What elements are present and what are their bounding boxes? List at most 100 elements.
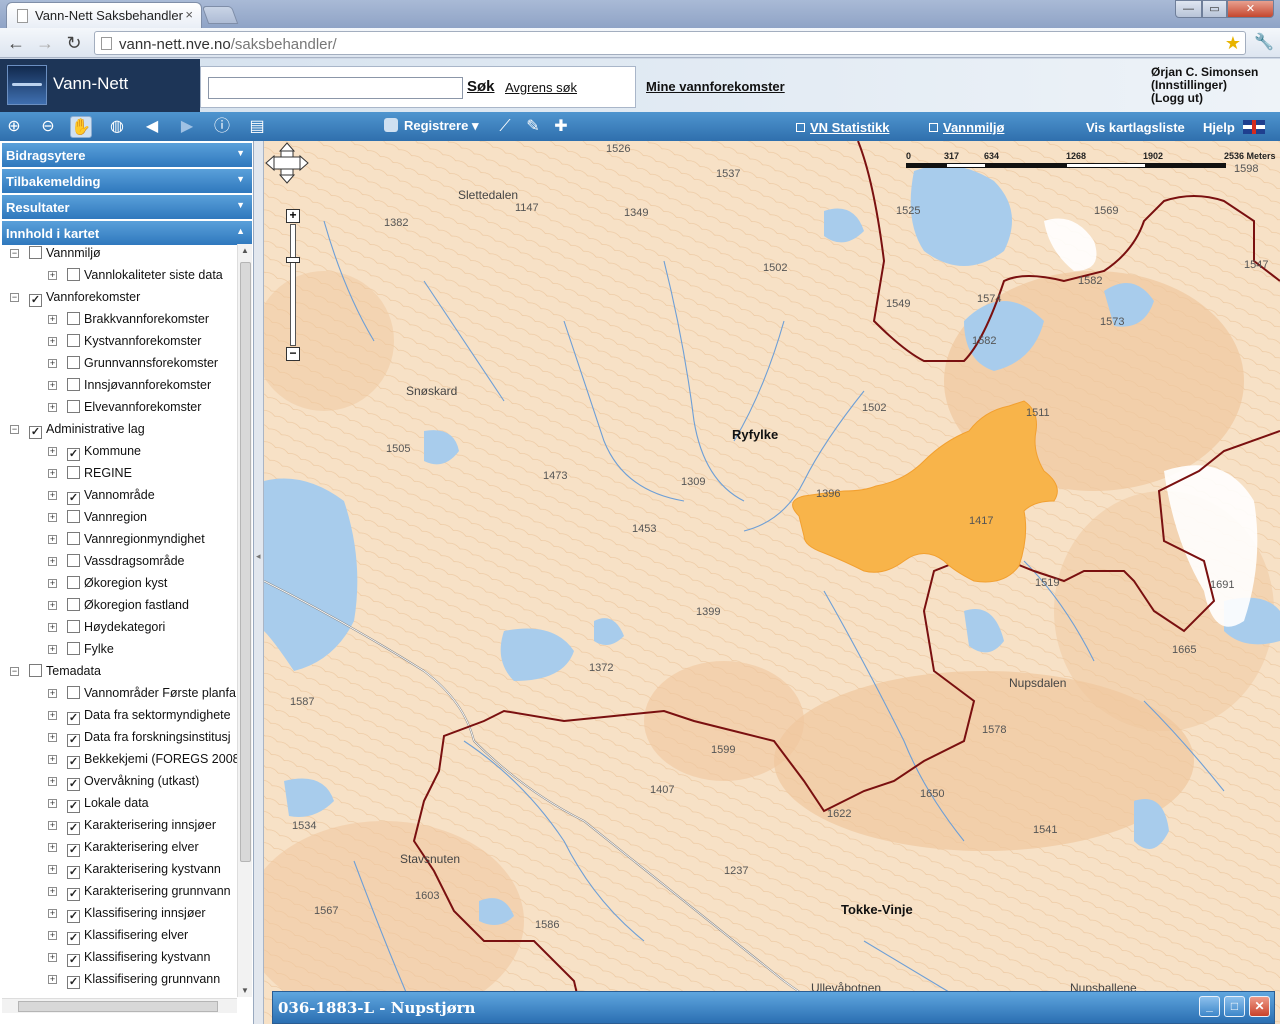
layer-checkbox[interactable]: [67, 620, 80, 633]
uk-flag-icon[interactable]: [1243, 120, 1265, 134]
tree-layer[interactable]: + Kommune: [48, 444, 141, 466]
map-zoom-in-button[interactable]: +: [286, 209, 300, 223]
layer-checkbox[interactable]: [67, 378, 80, 391]
print-icon[interactable]: ▤: [246, 116, 268, 138]
expand-icon[interactable]: +: [48, 909, 57, 918]
expand-icon[interactable]: +: [48, 381, 57, 390]
tree-layer[interactable]: + Lokale data: [48, 796, 149, 818]
window-minimize-button[interactable]: —: [1175, 0, 1202, 18]
help-link[interactable]: Hjelp: [1203, 120, 1235, 135]
pencil-icon[interactable]: ✎: [522, 116, 544, 138]
add-user-icon[interactable]: ✚: [550, 116, 572, 138]
collapse-icon[interactable]: −: [10, 667, 19, 676]
back-arrow-icon[interactable]: ←: [5, 32, 27, 54]
tree-layer[interactable]: + Vannområde: [48, 488, 155, 510]
layer-checkbox[interactable]: [67, 554, 80, 567]
accordion-innhold-i-kartet[interactable]: Innhold i kartet ▲: [2, 221, 252, 245]
layer-checkbox[interactable]: [67, 954, 80, 967]
tree-layer[interactable]: + Økoregion kyst: [48, 576, 167, 598]
refine-search-link[interactable]: Avgrens søk: [505, 80, 577, 95]
expand-icon[interactable]: +: [48, 557, 57, 566]
my-waterbodies-link[interactable]: Mine vannforekomster: [646, 79, 785, 94]
tree-vertical-scrollbar[interactable]: ▲ ▼: [237, 244, 252, 997]
layer-checkbox[interactable]: [67, 756, 80, 769]
map-zoom-out-button[interactable]: −: [286, 347, 300, 361]
layer-checkbox[interactable]: [67, 800, 80, 813]
tree-layer[interactable]: + Klassifisering innsjøer: [48, 906, 206, 928]
minimize-window-icon[interactable]: _: [1199, 996, 1220, 1017]
forward-arrow-icon[interactable]: →: [34, 32, 56, 54]
arrow-left-icon[interactable]: ◀: [141, 116, 163, 138]
tree-layer[interactable]: + Karakterisering innsjøer: [48, 818, 216, 840]
tree-hscroll-thumb[interactable]: [18, 1001, 218, 1012]
layer-checkbox[interactable]: [67, 734, 80, 747]
layer-checkbox[interactable]: [67, 598, 80, 611]
tree-layer[interactable]: + Vannområder Første planfa: [48, 686, 236, 708]
window-maximize-button[interactable]: ▭: [1202, 0, 1227, 18]
expand-icon[interactable]: +: [48, 755, 57, 764]
tree-layer[interactable]: + Klassifisering elver: [48, 928, 188, 950]
tree-layer[interactable]: + Høydekategori: [48, 620, 165, 642]
collapse-icon[interactable]: −: [10, 249, 19, 258]
layer-checkbox[interactable]: [67, 576, 80, 589]
layer-checkbox[interactable]: [67, 448, 80, 461]
layer-checkbox[interactable]: [67, 492, 80, 505]
collapse-icon[interactable]: −: [10, 293, 19, 302]
reload-icon[interactable]: ↻: [63, 32, 85, 54]
vn-statistikk-link[interactable]: VN Statistikk: [796, 120, 889, 135]
expand-icon[interactable]: +: [48, 403, 57, 412]
pan-hand-icon[interactable]: ✋: [70, 116, 92, 138]
expand-icon[interactable]: +: [48, 843, 57, 852]
expand-icon[interactable]: +: [48, 359, 57, 368]
tree-group[interactable]: − Temadata: [10, 664, 101, 686]
tree-horizontal-scrollbar[interactable]: [2, 998, 237, 1013]
info-icon[interactable]: ⓘ: [211, 116, 233, 138]
wrench-icon[interactable]: 🔧: [1254, 32, 1274, 52]
expand-icon[interactable]: +: [48, 821, 57, 830]
layer-checkbox[interactable]: [67, 976, 80, 989]
zoom-slider-handle[interactable]: [286, 257, 300, 263]
tree-layer[interactable]: + Karakterisering elver: [48, 840, 199, 862]
tree-layer[interactable]: + Vannlokaliteter siste data: [48, 268, 223, 290]
zoom-out-icon[interactable]: ⊖: [37, 116, 59, 138]
layer-checkbox[interactable]: [67, 466, 80, 479]
expand-icon[interactable]: +: [48, 887, 57, 896]
expand-icon[interactable]: +: [48, 931, 57, 940]
tree-layer[interactable]: + Innsjøvannforekomster: [48, 378, 211, 400]
accordion-bidragsytere[interactable]: Bidragsytere ▼: [2, 143, 252, 167]
vannmiljo-link[interactable]: Vannmiljø: [929, 120, 1004, 135]
tree-layer[interactable]: + Karakterisering kystvann: [48, 862, 221, 884]
zoom-slider-track[interactable]: [290, 224, 296, 346]
tree-layer[interactable]: + Bekkekjemi (FOREGS 2008: [48, 752, 237, 774]
layer-checkbox[interactable]: [67, 844, 80, 857]
browser-tab[interactable]: Vann-Nett Saksbehandler ×: [6, 2, 202, 28]
tree-layer[interactable]: + Data fra forskningsinstitusj: [48, 730, 231, 752]
layer-checkbox[interactable]: [67, 400, 80, 413]
bookmark-star-icon[interactable]: ★: [1225, 33, 1241, 54]
tree-layer[interactable]: + REGINE: [48, 466, 132, 488]
tab-close-icon[interactable]: ×: [185, 7, 193, 22]
expand-icon[interactable]: +: [48, 777, 57, 786]
accordion-resultater[interactable]: Resultater ▼: [2, 195, 252, 219]
expand-icon[interactable]: +: [48, 623, 57, 632]
expand-icon[interactable]: +: [48, 865, 57, 874]
arrow-right-icon[interactable]: ▶: [176, 116, 198, 138]
layer-checkbox[interactable]: [67, 932, 80, 945]
tree-layer[interactable]: + Grunnvannsforekomster: [48, 356, 218, 378]
expand-icon[interactable]: +: [48, 513, 57, 522]
tree-group[interactable]: − Vannmiljø: [10, 246, 101, 268]
expand-icon[interactable]: +: [48, 645, 57, 654]
panel-splitter[interactable]: ◂: [254, 141, 264, 1024]
tree-layer[interactable]: + Overvåkning (utkast): [48, 774, 199, 796]
collapse-left-icon[interactable]: ◂: [256, 551, 261, 562]
expand-icon[interactable]: +: [48, 535, 57, 544]
pan-control[interactable]: [264, 141, 310, 185]
layer-checkbox[interactable]: [67, 712, 80, 725]
layer-checkbox[interactable]: [29, 246, 42, 259]
zoom-in-icon[interactable]: ⊕: [3, 116, 25, 138]
tree-group[interactable]: − Administrative lag: [10, 422, 145, 444]
expand-icon[interactable]: +: [48, 337, 57, 346]
globe-icon[interactable]: ◍: [106, 116, 128, 138]
tree-layer[interactable]: + Elvevannforekomster: [48, 400, 201, 422]
window-close-button[interactable]: ✕: [1227, 0, 1274, 18]
